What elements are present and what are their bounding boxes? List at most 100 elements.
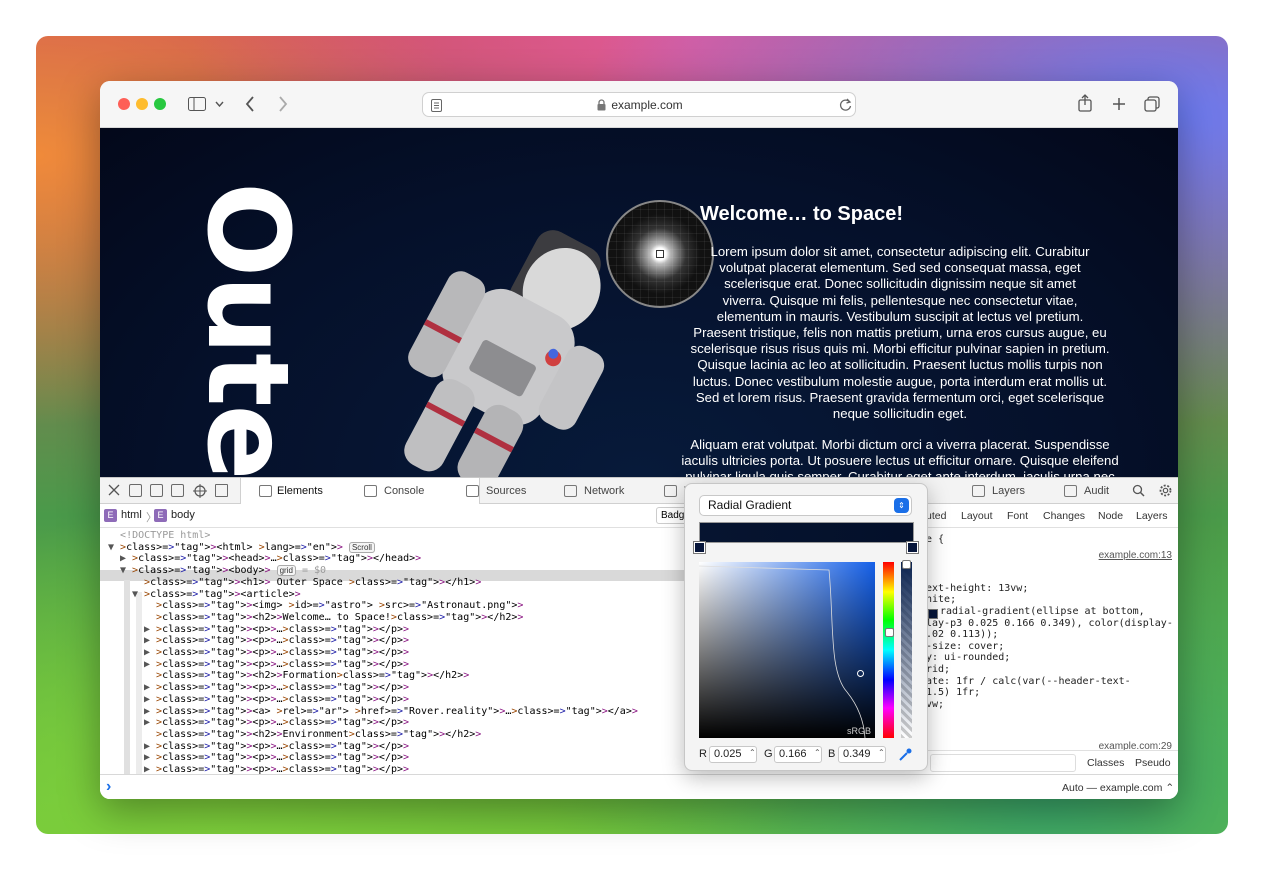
element-selection-icon[interactable] xyxy=(193,484,207,498)
tab-network[interactable]: Network xyxy=(544,478,642,504)
device-settings-icon[interactable] xyxy=(215,484,228,497)
color-handle[interactable] xyxy=(857,670,864,677)
console-input[interactable] xyxy=(140,779,1040,797)
dom-node[interactable]: ▶ >class>=>"tag">><p>>…>class>=>"tag">><… xyxy=(144,717,409,729)
dom-node[interactable]: >class>=>"tag">><h2>>Welcome… to Space!>… xyxy=(144,612,523,624)
stepper-icon[interactable]: ⌃ xyxy=(878,748,885,757)
dom-node[interactable]: ▼ >class>=>"tag">><html> >lang>=>"en">> … xyxy=(108,541,375,554)
share-icon[interactable] xyxy=(1078,94,1092,112)
dock-side-icon[interactable] xyxy=(150,484,163,497)
dom-node[interactable]: <!DOCTYPE html> xyxy=(108,530,210,542)
styles-panel: e {ext-height: 13vw; hite; radial-gradient… xyxy=(926,528,1178,750)
gradient-type-select[interactable]: Radial Gradient ⇕ xyxy=(699,495,912,516)
tab-layers[interactable]: Layers xyxy=(1136,510,1168,522)
pseudo-toggle[interactable]: Pseudo xyxy=(1135,757,1171,769)
article-text-line: luctus. Donec vestibulum molestie augue,… xyxy=(692,373,1108,389)
dom-node[interactable]: ▼ >class>=>"tag">><body>> grid = $0 xyxy=(120,565,326,577)
forward-button[interactable] xyxy=(278,96,288,112)
search-icon[interactable] xyxy=(1132,484,1145,497)
network-icon xyxy=(564,485,577,497)
updown-chevron-icon: ⇕ xyxy=(894,498,909,513)
dom-node[interactable]: >class>=>"tag">><img> >id>=>"astro"> >sr… xyxy=(144,600,523,612)
gradient-stop-end[interactable] xyxy=(906,541,919,554)
style-declaration[interactable]: .02 0.113)); xyxy=(926,629,998,641)
style-declaration[interactable]: -size: cover; xyxy=(926,641,1004,653)
style-declaration[interactable]: vw; xyxy=(926,699,944,711)
saturation-brightness-field[interactable]: sRGB xyxy=(699,562,875,738)
new-tab-icon[interactable] xyxy=(1112,97,1126,111)
stepper-icon[interactable]: ⌃ xyxy=(814,748,821,757)
dom-node[interactable]: ▶ >class>=>"tag">><p>>…>class>=>"tag">><… xyxy=(144,741,409,753)
tab-audit[interactable]: Audit xyxy=(1044,478,1130,504)
tab-node[interactable]: Node xyxy=(1098,510,1123,522)
style-declaration[interactable]: radial-gradient(ellipse at bottom, xyxy=(926,606,1145,618)
breadcrumb-body[interactable]: Ebody xyxy=(154,509,195,522)
style-declaration[interactable]: 1.5) 1fr; xyxy=(926,687,980,699)
hue-handle[interactable] xyxy=(885,628,894,637)
tab-sources[interactable]: Sources xyxy=(446,478,544,504)
close-inspector-icon[interactable] xyxy=(108,484,120,496)
chevron-down-icon[interactable] xyxy=(215,101,224,107)
style-declaration[interactable]: rid; xyxy=(926,664,950,676)
color-swatch[interactable] xyxy=(928,609,938,619)
opacity-slider[interactable] xyxy=(901,560,912,738)
zoom-window-button[interactable] xyxy=(154,98,166,110)
style-source-link[interactable]: example.com:13 xyxy=(1099,550,1172,562)
classes-toggle[interactable]: Classes xyxy=(1087,757,1124,769)
tab-changes[interactable]: Changes xyxy=(1043,510,1085,522)
dom-node[interactable]: ▶ >class>=>"tag">><p>>…>class>=>"tag">><… xyxy=(144,659,409,671)
dom-node[interactable]: ▶ >class>=>"tag">><p>>…>class>=>"tag">><… xyxy=(144,647,409,659)
tab-label: Sources xyxy=(486,485,527,497)
hue-slider[interactable] xyxy=(883,562,894,738)
back-button[interactable] xyxy=(245,96,255,112)
execution-context-select[interactable]: Auto — example.com ⌃ xyxy=(1062,782,1174,794)
style-declaration[interactable]: hite; xyxy=(926,594,956,606)
audit-icon xyxy=(1064,485,1077,497)
style-declaration[interactable]: ate: 1fr / calc(var(--header-text- xyxy=(926,676,1131,688)
tab-layers[interactable]: Layers xyxy=(952,478,1038,504)
detach-window-icon[interactable] xyxy=(171,484,184,497)
dom-node[interactable]: >class>=>"tag">><h2>>Formation>class>=>"… xyxy=(144,670,469,682)
tab-font[interactable]: Font xyxy=(1007,510,1028,522)
dom-node[interactable]: ▶ >class>=>"tag">><p>>…>class>=>"tag">><… xyxy=(144,694,409,706)
address-bar[interactable]: example.com xyxy=(422,92,856,117)
dom-node[interactable]: ▼ >class>=>"tag">><article>> xyxy=(132,589,301,601)
dom-node[interactable]: >class>=>"tag">><h1>> Outer Space >class… xyxy=(132,577,481,589)
style-declaration[interactable]: ext-height: 13vw; xyxy=(926,583,1028,595)
outer-space-heading: Oute xyxy=(182,182,312,477)
dom-node[interactable]: >class>=>"tag">><h2>>Environment>class>=… xyxy=(144,729,481,741)
breadcrumb-html[interactable]: Ehtml xyxy=(104,509,142,522)
style-source-link[interactable]: example.com:29 xyxy=(1099,741,1172,750)
dom-node[interactable]: ▶ >class>=>"tag">><p>>…>class>=>"tag">><… xyxy=(144,764,409,774)
stepper-icon[interactable]: ⌃ xyxy=(749,748,756,757)
web-content: Oute Welcome… to Space! Lorem ipsum dolo… xyxy=(100,128,1178,477)
article-text-line: scelerisque erat. Donec sollicitudin dig… xyxy=(724,276,1076,292)
dom-node[interactable]: ▶ >class>=>"tag">><p>>…>class>=>"tag">><… xyxy=(144,635,409,647)
reload-icon[interactable] xyxy=(839,98,852,112)
gradient-stop-start[interactable] xyxy=(693,541,706,554)
tab-overview-icon[interactable] xyxy=(1144,96,1160,112)
dock-bottom-icon[interactable] xyxy=(129,484,142,497)
article-text-line: Aliquam erat volutpat. Morbi dictum orci… xyxy=(690,437,1110,452)
tab-label: Network xyxy=(584,485,625,497)
style-declaration[interactable]: y: ui-rounded; xyxy=(926,652,1010,664)
dom-node[interactable]: ▶ >class>=>"tag">><p>>…>class>=>"tag">><… xyxy=(144,752,409,764)
dom-node[interactable]: ▶ >class>=>"tag">><a> >rel>=>"ar"> >href… xyxy=(144,706,638,718)
tab-layout[interactable]: Layout xyxy=(961,510,993,522)
dom-node[interactable]: ▶ >class>=>"tag">><p>>…>class>=>"tag">><… xyxy=(144,624,409,636)
dom-node[interactable]: ▶ >class>=>"tag">><head>>…>class>=>"tag"… xyxy=(120,553,421,565)
dom-node[interactable]: ▶ >class>=>"tag">><p>>…>class>=>"tag">><… xyxy=(144,682,409,694)
styles-filter-input[interactable] xyxy=(930,754,1076,772)
tab-console[interactable]: Console xyxy=(344,478,442,504)
article-title: Welcome… to Space! xyxy=(700,203,904,225)
tab-computed[interactable]: uted xyxy=(926,510,946,522)
sidebar-toggle-icon[interactable] xyxy=(188,97,206,111)
updown-chevron-icon: ⌃ xyxy=(1165,782,1175,794)
minimize-window-button[interactable] xyxy=(136,98,148,110)
opacity-handle[interactable] xyxy=(902,560,911,569)
gear-icon[interactable] xyxy=(1158,483,1173,498)
eyedropper-icon[interactable] xyxy=(898,747,913,762)
gradient-preview-bar[interactable] xyxy=(699,522,914,543)
close-window-button[interactable] xyxy=(118,98,130,110)
style-declaration[interactable]: lay-p3 0.025 0.166 0.349), color(display… xyxy=(926,618,1173,630)
